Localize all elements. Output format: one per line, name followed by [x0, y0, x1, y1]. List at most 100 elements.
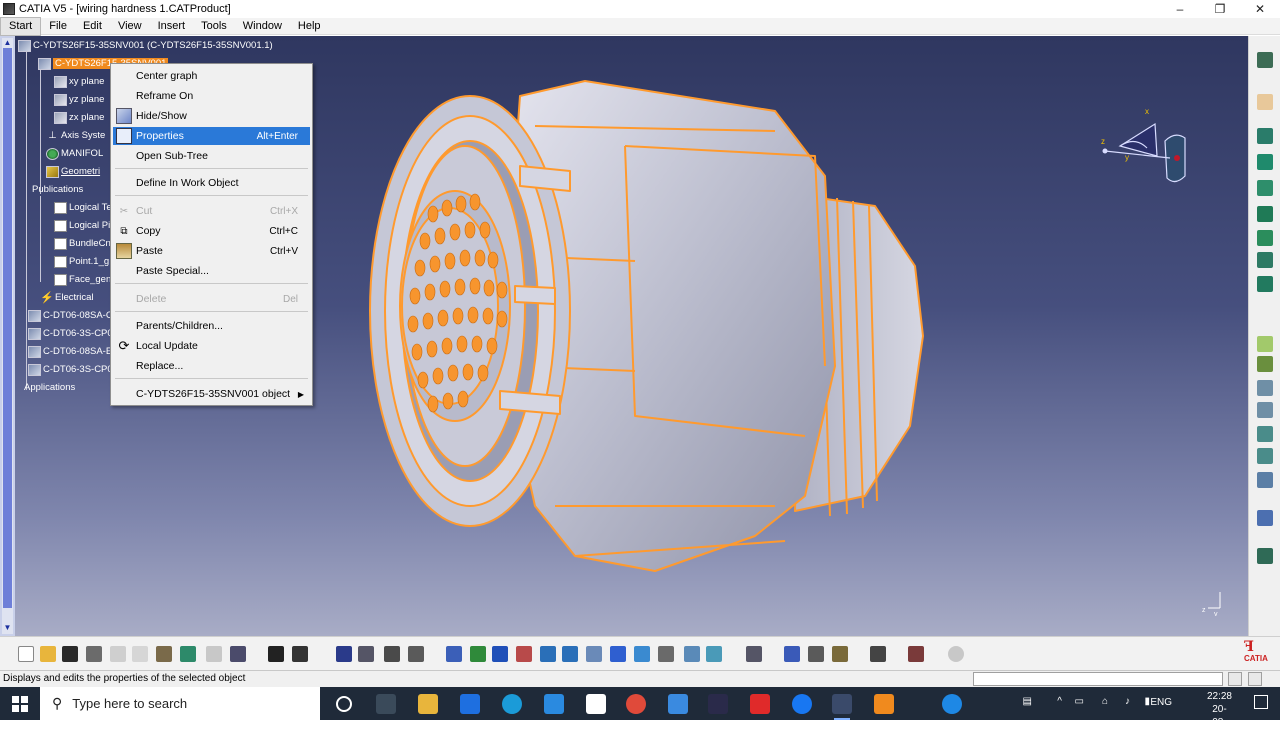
notifications-icon[interactable]	[1254, 695, 1268, 709]
redo-icon[interactable]	[206, 646, 222, 662]
toolbar-icon[interactable]	[832, 646, 848, 662]
fit-all-icon[interactable]	[470, 646, 486, 662]
status-button[interactable]	[1248, 672, 1262, 686]
tree-node[interactable]: C-DT06-08SA-EP	[28, 344, 119, 359]
tree-node[interactable]: xy plane	[54, 74, 104, 89]
menu-item-replace[interactable]: Replace...	[113, 357, 310, 375]
paste-icon[interactable]	[156, 646, 172, 662]
tree-node[interactable]: Face_gen	[54, 272, 111, 287]
edge-icon[interactable]	[502, 694, 522, 714]
language-indicator[interactable]: ENG	[1150, 697, 1172, 708]
table-icon[interactable]	[336, 646, 352, 662]
menu-start[interactable]: Start	[0, 16, 42, 36]
zoom-out-icon[interactable]	[562, 646, 578, 662]
toolbar-icon[interactable]	[1257, 548, 1273, 564]
tree-node[interactable]: ⚡ Electrical	[40, 290, 94, 305]
menu-file[interactable]: File	[41, 18, 75, 35]
swap-visible-space-icon[interactable]	[706, 646, 722, 662]
scroll-down-icon[interactable]: ▼	[3, 623, 12, 632]
formula-icon[interactable]	[268, 646, 284, 662]
toolbar-icon[interactable]	[1257, 356, 1273, 372]
tree-node[interactable]: Geometri	[46, 164, 100, 179]
compass-icon[interactable]: x y z	[1085, 96, 1205, 196]
fly-mode-icon[interactable]	[446, 646, 462, 662]
show-hidden-icons-icon[interactable]: ^	[1057, 696, 1062, 707]
hide-show-icon[interactable]	[684, 646, 700, 662]
dropbox-icon[interactable]	[460, 694, 480, 714]
toolbar-icon[interactable]	[1257, 426, 1273, 442]
capture-icon[interactable]	[870, 646, 886, 662]
menu-item-local-update[interactable]: ⟳ Local Update	[113, 337, 310, 355]
menu-edit[interactable]: Edit	[75, 18, 110, 35]
tree-node[interactable]: zx plane	[54, 110, 104, 125]
toolbar-icon[interactable]	[1257, 128, 1273, 144]
youtube-icon[interactable]	[750, 694, 770, 714]
pan-icon[interactable]	[492, 646, 508, 662]
vlc-icon[interactable]	[874, 694, 894, 714]
menu-item-hide-show[interactable]: Hide/Show	[113, 107, 310, 125]
status-button[interactable]	[1228, 672, 1242, 686]
menu-item-center-graph[interactable]: Center graph	[113, 67, 310, 85]
knowledge-icon[interactable]	[292, 646, 308, 662]
zoom-in-icon[interactable]	[540, 646, 556, 662]
iso-view-icon[interactable]	[634, 646, 650, 662]
save-icon[interactable]	[62, 646, 78, 662]
toolbar-icon[interactable]	[784, 646, 800, 662]
menu-item-properties[interactable]: Properties Alt+Enter	[113, 127, 310, 145]
toolbar-icon[interactable]	[1257, 206, 1273, 222]
keyboard-icon[interactable]: ▤	[1023, 696, 1032, 707]
tree-node[interactable]: C-DT06-3S-CP01	[28, 326, 118, 341]
help-icon[interactable]	[942, 694, 962, 714]
menu-item-reframe-on[interactable]: Reframe On	[113, 87, 310, 105]
taskbar-search-box[interactable]: ⚲ Type here to search	[40, 687, 320, 720]
menu-insert[interactable]: Insert	[150, 18, 194, 35]
menu-item-paste[interactable]: Paste Ctrl+V	[113, 242, 310, 260]
tree-node[interactable]: Logical Te	[54, 200, 112, 215]
menu-item-open-sub-tree[interactable]: Open Sub-Tree	[113, 147, 310, 165]
volume-icon[interactable]: ♪	[1125, 696, 1130, 707]
onedrive-icon[interactable]	[668, 694, 688, 714]
menu-view[interactable]: View	[110, 18, 150, 35]
toolbar-icon[interactable]	[1257, 380, 1273, 396]
shading-icon[interactable]	[658, 646, 674, 662]
tree-node[interactable]: Publications	[32, 182, 83, 197]
menu-item-object-submenu[interactable]: C-YDTS26F15-35SNV001 object ▶	[113, 385, 310, 403]
network-icon[interactable]: ⌂	[1102, 696, 1108, 707]
toolbar-icon[interactable]	[948, 646, 964, 662]
toolbar-icon[interactable]	[1257, 448, 1273, 464]
toolbar-icon[interactable]	[1257, 154, 1273, 170]
command-input[interactable]	[973, 672, 1223, 686]
toolbar-icon[interactable]	[384, 646, 400, 662]
scroll-up-icon[interactable]: ▲	[3, 38, 12, 47]
toolbar-icon[interactable]	[408, 646, 424, 662]
toolbar-icon[interactable]	[1257, 180, 1273, 196]
menu-item-parents-children[interactable]: Parents/Children...	[113, 317, 310, 335]
undo-icon[interactable]	[180, 646, 196, 662]
close-button[interactable]: ✕	[1240, 0, 1280, 18]
whats-this-icon[interactable]	[230, 646, 246, 662]
toolbar-icon[interactable]	[1257, 336, 1273, 352]
battery-icon[interactable]: ▮	[1144, 696, 1150, 707]
tree-node[interactable]: ⊥ Axis Syste	[46, 128, 105, 143]
toolbar-icon[interactable]	[1257, 472, 1273, 488]
menu-item-define-in-work-object[interactable]: Define In Work Object	[113, 174, 310, 192]
cortana-icon[interactable]	[336, 696, 352, 712]
tree-node[interactable]: BundleCn	[54, 236, 111, 251]
multi-view-icon[interactable]	[610, 646, 626, 662]
clock[interactable]: 22:28 20-08-2023	[1207, 690, 1232, 742]
select-cursor-icon[interactable]	[1257, 94, 1273, 110]
tree-node[interactable]: C-DT06-3S-CP01	[28, 362, 118, 377]
cut-icon[interactable]	[110, 646, 126, 662]
menu-tools[interactable]: Tools	[193, 18, 235, 35]
toolbar-icon[interactable]	[1257, 230, 1273, 246]
copy-icon[interactable]	[132, 646, 148, 662]
toolbar-icon[interactable]	[1257, 510, 1273, 526]
photos-icon[interactable]	[586, 694, 606, 714]
tree-scrollbar[interactable]: ▲ ▼	[0, 36, 15, 636]
tree-node[interactable]: MANIFOL	[46, 146, 103, 161]
tree-node[interactable]: Logical Pi	[54, 218, 110, 233]
menu-item-copy[interactable]: ⧉ Copy Ctrl+C	[113, 222, 310, 240]
minimize-button[interactable]: –	[1160, 0, 1200, 18]
maximize-button[interactable]: ❐	[1200, 0, 1240, 18]
toolbar-icon[interactable]	[808, 646, 824, 662]
